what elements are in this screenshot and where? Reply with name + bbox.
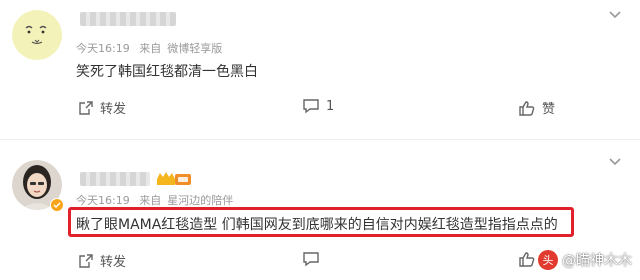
comment-source[interactable]: 星河边的陪伴: [167, 194, 233, 207]
comment-source[interactable]: 微博轻享版: [167, 42, 222, 55]
username-blurred[interactable]: [80, 172, 150, 186]
thumbs-up-icon: [519, 100, 535, 116]
watermark-logo-icon: 头: [538, 250, 558, 270]
repost-button[interactable]: 转发: [78, 251, 126, 270]
repost-button[interactable]: 转发: [78, 98, 126, 117]
comment-count: 1: [326, 98, 335, 114]
username-blurred[interactable]: [80, 12, 176, 26]
chevron-down-icon[interactable]: [608, 155, 622, 169]
comment-button[interactable]: 1: [302, 98, 334, 114]
source-prefix: 来自: [139, 42, 162, 55]
divider: [0, 139, 640, 140]
fan-badge-icon[interactable]: [155, 170, 193, 188]
comment-meta: 今天16:19 来自 微博轻享版: [76, 40, 228, 56]
comment-actions: 转发 1 赞: [0, 98, 640, 120]
comment-icon: [303, 252, 319, 267]
comment-time: 今天16:19: [76, 194, 130, 207]
source-prefix: 来自: [139, 194, 162, 207]
watermark: 头 @瞄神木木: [538, 250, 632, 270]
comment-text: 瞅了眼MAMA红毯造型 们韩国网友到底哪来的自信对内娱红毯造型指指点点的: [76, 217, 558, 233]
repost-icon: [79, 100, 93, 115]
comment-time: 今天16:19: [76, 42, 130, 55]
comment-button[interactable]: [302, 251, 326, 267]
avatar[interactable]: [12, 10, 62, 60]
verified-badge-icon: [50, 198, 64, 212]
chevron-down-icon[interactable]: [608, 8, 622, 22]
repost-label: 转发: [100, 255, 127, 270]
repost-label: 转发: [100, 102, 127, 117]
thumbs-up-icon: [519, 252, 535, 267]
comment-icon: [303, 99, 319, 114]
comment-meta: 今天16:19 来自 星河边的陪伴: [76, 192, 239, 208]
sketch-avatar-icon: [12, 10, 62, 60]
like-button[interactable]: 赞: [518, 98, 555, 117]
repost-icon: [79, 253, 93, 268]
comment-item: 今天16:19 来自 微博轻享版 笑死了韩国红毯都清一色黑白 转发 1 赞: [0, 0, 640, 150]
like-label: 赞: [542, 102, 556, 117]
comment-text: 笑死了韩国红毯都清一色黑白: [76, 64, 258, 80]
watermark-text: @瞄神木木: [562, 253, 632, 269]
